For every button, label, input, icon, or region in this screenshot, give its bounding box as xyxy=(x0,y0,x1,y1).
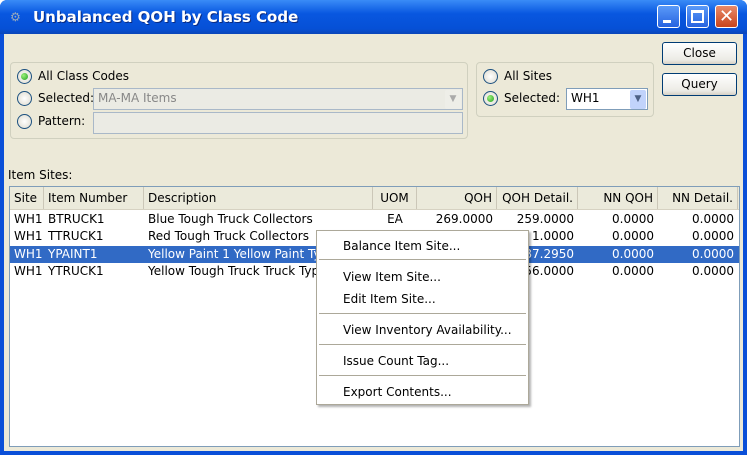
cell-item-number: YTRUCK1 xyxy=(48,263,104,278)
cell-site: WH1 xyxy=(14,229,43,244)
chevron-down-icon[interactable]: ▼ xyxy=(630,90,646,109)
cell-nn-qoh: 0.0000 xyxy=(612,229,654,244)
site-value: WH1 xyxy=(571,91,600,105)
menu-item-view-inventory-availability[interactable]: View Inventory Availability... xyxy=(317,320,528,340)
cell-site: WH1 xyxy=(14,263,43,278)
cell-nn-qoh: 0.0000 xyxy=(612,212,654,226)
cell-nn-detail: 0.0000 xyxy=(692,212,734,226)
menu-separator xyxy=(319,375,526,376)
column-header-qoh-detail[interactable]: QOH Detail. xyxy=(497,187,578,209)
pattern-label: Pattern: xyxy=(38,114,86,128)
all-class-codes-radio[interactable] xyxy=(17,69,32,84)
column-header-qoh[interactable]: QOH xyxy=(417,187,497,209)
column-header-site[interactable]: Site xyxy=(10,187,44,209)
cell-nn-qoh: 0.0000 xyxy=(612,263,654,278)
item-sites-label: Item Sites: xyxy=(8,168,73,182)
cell-item-number: YPAINT1 xyxy=(48,246,98,261)
class-code-combo[interactable]: MA-MA Items ▼ xyxy=(93,88,463,110)
cell-qoh-detail: 259.0000 xyxy=(516,212,574,226)
menu-item-view-item-site[interactable]: View Item Site... xyxy=(317,267,528,287)
site-combo[interactable]: WH1 ▼ xyxy=(566,88,648,110)
cell-nn-detail: 0.0000 xyxy=(692,246,734,261)
menu-separator xyxy=(319,313,526,314)
context-menu: Balance Item Site... View Item Site... E… xyxy=(316,230,529,405)
menu-item-balance-item-site[interactable]: Balance Item Site... xyxy=(317,236,528,256)
class-code-value: MA-MA Items xyxy=(98,91,177,105)
table-row[interactable]: WH1 BTRUCK1 Blue Tough Truck Collectors EA 2… xyxy=(10,211,739,228)
query-button[interactable]: Query xyxy=(662,73,737,96)
cell-item-number: TTRUCK1 xyxy=(48,229,104,244)
app-icon: ⚙ xyxy=(10,10,21,24)
cell-site: WH1 xyxy=(14,246,43,261)
cell-item-number: BTRUCK1 xyxy=(48,212,105,226)
column-header-item-number[interactable]: Item Number xyxy=(44,187,144,209)
cell-nn-detail: 0.0000 xyxy=(692,263,734,278)
maximize-button[interactable] xyxy=(686,5,709,28)
cell-qoh: 269.0000 xyxy=(435,212,493,226)
chevron-down-icon[interactable]: ▼ xyxy=(445,90,461,109)
column-header-uom[interactable]: UOM xyxy=(373,187,417,209)
all-class-codes-label: All Class Codes xyxy=(38,69,130,83)
pattern-radio[interactable] xyxy=(17,114,32,129)
menu-item-edit-item-site[interactable]: Edit Item Site... xyxy=(317,289,528,309)
menu-separator xyxy=(319,259,526,260)
minimize-button[interactable] xyxy=(657,5,680,28)
cell-uom: EA xyxy=(387,212,403,226)
column-header-description[interactable]: Description xyxy=(144,187,373,209)
close-button[interactable]: Close xyxy=(662,42,737,65)
title-bar[interactable]: ⚙ Unbalanced QOH by Class Code ✕ xyxy=(0,0,747,34)
menu-separator xyxy=(319,344,526,345)
selected-class-code-label: Selected: xyxy=(38,91,95,105)
menu-item-export-contents[interactable]: Export Contents... xyxy=(317,382,528,402)
close-window-button[interactable]: ✕ xyxy=(715,5,738,28)
cell-description: Blue Tough Truck Collectors xyxy=(148,212,313,226)
selected-class-code-radio[interactable] xyxy=(17,91,32,106)
cell-nn-qoh: 0.0000 xyxy=(612,246,654,261)
cell-nn-detail: 0.0000 xyxy=(692,229,734,244)
table-header: Site Item Number Description UOM QOH QOH… xyxy=(10,187,739,210)
pattern-input[interactable] xyxy=(93,112,463,134)
menu-item-issue-count-tag[interactable]: Issue Count Tag... xyxy=(317,351,528,371)
column-header-nn-detail[interactable]: NN Detail. xyxy=(658,187,738,209)
all-sites-label: All Sites xyxy=(504,69,552,83)
window-title: Unbalanced QOH by Class Code xyxy=(33,8,299,26)
selected-site-label: Selected: xyxy=(504,91,561,105)
cell-site: WH1 xyxy=(14,212,43,226)
all-sites-radio[interactable] xyxy=(483,69,498,84)
column-header-nn-qoh[interactable]: NN QOH xyxy=(578,187,658,209)
selected-site-radio[interactable] xyxy=(483,91,498,106)
